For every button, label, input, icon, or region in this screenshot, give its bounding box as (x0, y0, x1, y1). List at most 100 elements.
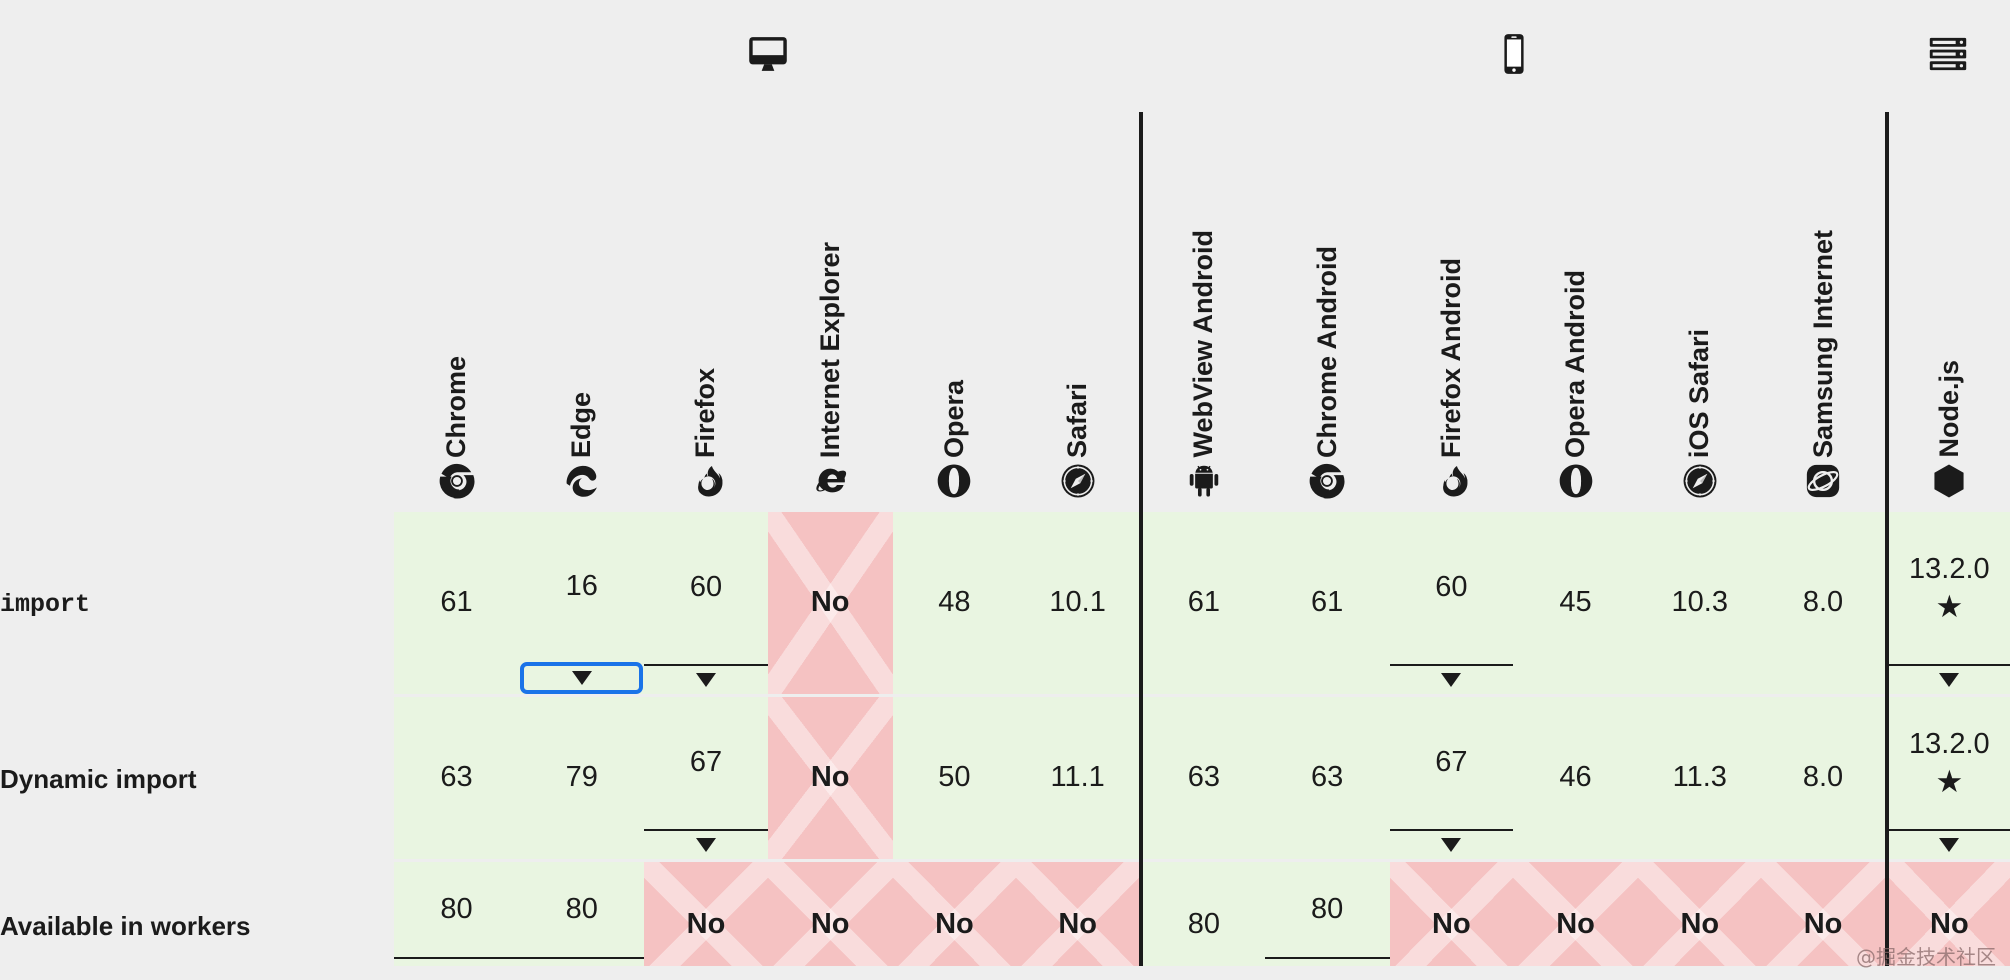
support-version-label: 80 (440, 892, 473, 925)
support-cell-ios-safari[interactable]: No (1638, 862, 1762, 980)
chevron-down-icon (571, 671, 592, 685)
opera-logo (935, 462, 973, 500)
support-cell-chrome-android[interactable]: 80 (1264, 862, 1390, 980)
table-row: import 61 16 60 No 48 10.1 61 61 60 45 10.3 8.0 13.2.… (0, 512, 2010, 697)
browser-name-label: Edge (566, 391, 597, 458)
browser-name-label: Chrome (441, 355, 471, 458)
support-cell-opera[interactable]: No (892, 862, 1017, 980)
expand-details-button[interactable] (1389, 664, 1513, 694)
support-cell-chrome[interactable]: 63 (393, 697, 520, 862)
feature-name-cell[interactable]: Available in workers (0, 862, 394, 980)
support-version-label: 80 (1310, 892, 1344, 925)
table-row: Available in workers 80 80 No No No No 80 80 No No… (0, 862, 2010, 980)
browser-header-chrome-android: Chrome Android (1264, 112, 1390, 512)
support-cell-node-js[interactable]: 13.2.0 ★ (1887, 697, 2010, 862)
opera-logo (1557, 462, 1595, 500)
support-cell-samsung-internet[interactable]: 8.0 (1761, 697, 1889, 862)
support-version-label: 63 (1310, 761, 1344, 794)
support-cell-ios-safari[interactable]: 11.3 (1638, 697, 1762, 862)
support-cell-webview-android[interactable]: 61 (1141, 512, 1265, 697)
support-version-label: 46 (1559, 761, 1592, 794)
browser-header-spacer (0, 112, 394, 512)
browser-header-row: Chrome Edge Firefox Internet Explorer Opera S… (0, 112, 2010, 512)
support-cell-firefox[interactable]: 67 (644, 697, 768, 862)
expand-details-button[interactable] (1389, 829, 1513, 859)
feature-name-cell[interactable]: Dynamic import (0, 697, 394, 862)
support-cell-edge[interactable]: 80 (519, 862, 645, 980)
support-cell-firefox-android[interactable]: 60 (1389, 512, 1513, 697)
expand-details-button[interactable] (644, 664, 768, 694)
support-cell-edge[interactable]: 16 (519, 512, 645, 697)
support-cell-samsung-internet[interactable]: No (1761, 862, 1889, 980)
support-version-label: 48 (938, 586, 971, 619)
browser-header-opera: Opera (892, 112, 1016, 512)
expand-details-button[interactable] (1888, 664, 2010, 694)
support-cell-webview-android[interactable]: 63 (1141, 697, 1265, 862)
support-cell-firefox-android[interactable]: No (1389, 862, 1514, 980)
browser-name-label: Node.js (1933, 360, 1964, 458)
android-logo (1185, 462, 1223, 500)
support-version-label: No (1432, 907, 1471, 940)
support-version-label: 50 (938, 761, 971, 794)
nodejs-logo (1930, 462, 1968, 500)
support-cell-opera[interactable]: 50 (892, 697, 1016, 862)
expand-details-button[interactable] (1888, 829, 2010, 859)
support-version-label: No (1058, 907, 1097, 940)
mobile-icon (1491, 31, 1537, 77)
browser-header-samsung-internet: Samsung Internet (1761, 112, 1889, 512)
support-version-label: 10.1 (1049, 586, 1106, 619)
support-cell-firefox[interactable]: No (644, 862, 768, 980)
browser-name-label: Firefox (690, 367, 721, 458)
support-version-label: 60 (689, 571, 723, 604)
support-version-label: 10.3 (1671, 586, 1728, 619)
browser-name-label: Chrome Android (1311, 246, 1342, 458)
support-cell-chrome[interactable]: 61 (393, 512, 520, 697)
support-cell-node-js[interactable]: 13.2.0 ★ (1887, 512, 2010, 697)
support-cell-node-js[interactable]: No (1887, 862, 2010, 980)
browser-name-label: Internet Explorer (814, 241, 845, 458)
support-cell-samsung-internet[interactable]: 8.0 (1761, 512, 1889, 697)
browser-header-webview-android: WebView Android (1141, 112, 1265, 512)
support-cell-firefox[interactable]: 60 (644, 512, 768, 697)
support-cell-safari[interactable]: 11.1 (1016, 697, 1144, 862)
support-cell-internet-explorer[interactable]: No (767, 862, 894, 980)
support-cell-chrome-android[interactable]: 61 (1264, 512, 1390, 697)
support-version-label: 8.0 (1802, 586, 1844, 619)
browser-header-firefox-android: Firefox Android (1389, 112, 1513, 512)
support-cell-internet-explorer[interactable]: No (767, 512, 894, 697)
support-cell-chrome[interactable]: 80 (393, 862, 520, 980)
support-cell-opera-android[interactable]: No (1512, 862, 1639, 980)
support-cell-opera-android[interactable]: 46 (1512, 697, 1639, 862)
support-cell-chrome-android[interactable]: 63 (1264, 697, 1390, 862)
firefox-logo (1432, 462, 1470, 500)
support-version-label: 67 (1435, 746, 1468, 779)
support-version-label: 63 (440, 761, 473, 794)
support-cell-edge[interactable]: 79 (519, 697, 645, 862)
support-cell-internet-explorer[interactable]: No (767, 697, 894, 862)
support-version-label: No (1803, 907, 1843, 940)
support-version-label: No (1930, 907, 1969, 940)
expand-details-button[interactable] (644, 829, 768, 859)
support-version-label: No (810, 907, 850, 940)
internet-explorer-logo (811, 462, 849, 500)
support-cell-firefox-android[interactable]: 67 (1389, 697, 1513, 862)
platform-header-row (0, 0, 2010, 112)
support-version-label: 16 (565, 570, 598, 603)
support-cell-opera-android[interactable]: 45 (1512, 512, 1639, 697)
edge-logo (563, 462, 601, 500)
chevron-down-icon (695, 673, 716, 687)
feature-name-cell[interactable]: import (0, 512, 394, 697)
support-cell-ios-safari[interactable]: 10.3 (1638, 512, 1762, 697)
expand-details-button[interactable] (520, 662, 644, 694)
browser-name-label: Samsung Internet (1807, 229, 1838, 458)
support-cell-webview-android[interactable]: 80 (1141, 862, 1265, 980)
platform-header-desktop (393, 0, 1142, 112)
browser-name-label: Opera Android (1560, 269, 1591, 458)
support-cell-safari[interactable]: No (1016, 862, 1144, 980)
chrome-logo (1308, 462, 1346, 500)
support-cell-opera[interactable]: 48 (892, 512, 1016, 697)
chevron-down-icon (1939, 838, 1960, 852)
support-cell-safari[interactable]: 10.1 (1016, 512, 1144, 697)
firefox-logo (687, 462, 725, 500)
footnote-star-icon: ★ (1935, 764, 1964, 800)
